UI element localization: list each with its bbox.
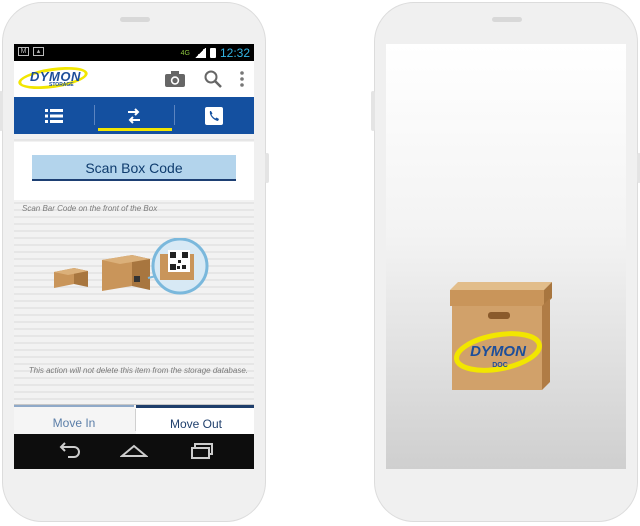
- app-icon-sub-text: DOC: [492, 362, 508, 369]
- scan-hint-text: Scan Bar Code on the front of the Box: [22, 204, 158, 213]
- volume-button: [371, 91, 375, 131]
- back-icon[interactable]: [56, 442, 80, 465]
- mail-notification-icon: M: [18, 47, 29, 56]
- tab-contact[interactable]: [174, 97, 254, 134]
- dymon-storage-logo: DYMON STORAGE: [16, 63, 90, 93]
- transfer-arrows-icon: [128, 107, 140, 124]
- splash-screen: DYMON DOC: [386, 44, 626, 469]
- system-nav-bar: [14, 434, 254, 469]
- camera-icon[interactable]: [164, 70, 186, 93]
- recent-apps-icon[interactable]: [190, 442, 214, 465]
- signal-icon: [193, 48, 206, 58]
- speaker-grille: [492, 17, 522, 22]
- dymon-doc-box-icon: DYMON DOC: [450, 282, 552, 390]
- tab-bar: [14, 97, 254, 134]
- battery-icon: [209, 48, 216, 58]
- speaker-grille: [120, 17, 150, 22]
- app-icon-main-text: DYMON: [470, 343, 527, 360]
- action-note-text: This action will not delete this item fr…: [28, 366, 248, 375]
- network-type: 4G: [180, 49, 190, 57]
- move-tabs: Move In Move Out: [14, 404, 254, 438]
- status-time: 12:32: [219, 46, 250, 60]
- app-screen: M ▴ 4G 12:32 DYMON STORAGE Scan Box Code…: [14, 44, 254, 469]
- scan-box-code-button[interactable]: Scan Box Code: [32, 155, 236, 181]
- phone-icon: [205, 106, 223, 125]
- scan-panel: Scan Box Code: [14, 142, 254, 200]
- logo-sub-text: STORAGE: [49, 82, 74, 88]
- image-notification-icon: ▴: [33, 47, 44, 56]
- volume-button: [0, 91, 3, 131]
- action-bar: DYMON STORAGE: [14, 61, 254, 97]
- move-in-tab[interactable]: Move In: [14, 405, 134, 437]
- list-icon: [45, 108, 63, 123]
- power-button: [265, 153, 269, 183]
- scan-content-area: Scan Box Code Scan Bar Code on the front…: [14, 134, 254, 404]
- search-icon[interactable]: [204, 70, 222, 93]
- home-icon[interactable]: [119, 442, 149, 465]
- selected-tab-indicator: [98, 128, 172, 131]
- box-scan-illustration: [54, 238, 209, 295]
- tab-list[interactable]: [14, 97, 94, 134]
- overflow-menu-icon[interactable]: [240, 71, 244, 92]
- status-bar: M ▴ 4G 12:32: [14, 44, 254, 61]
